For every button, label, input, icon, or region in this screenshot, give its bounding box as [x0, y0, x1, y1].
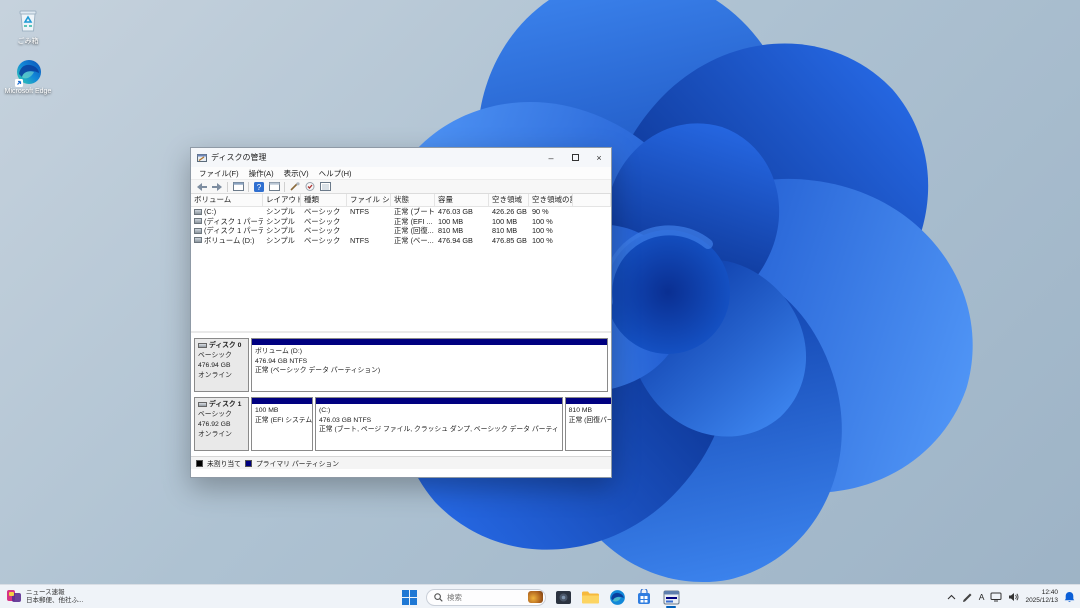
- taskbar-clock[interactable]: 12:40 2025/12/13: [1025, 589, 1058, 605]
- menu-action[interactable]: 操作(A): [244, 168, 279, 179]
- desktop-icon-recycle-bin[interactable]: ごみ箱: [0, 6, 57, 46]
- volume-icon: [194, 218, 202, 224]
- col-type[interactable]: 種類: [301, 194, 347, 206]
- col-layout[interactable]: レイアウト: [263, 194, 301, 206]
- taskbar-app-edge[interactable]: [607, 587, 627, 607]
- tray-chevron-up-icon[interactable]: [947, 594, 956, 600]
- window-title: ディスクの管理: [211, 152, 266, 163]
- menu-view[interactable]: 表示(V): [279, 168, 314, 179]
- taskbar-app-disk-management[interactable]: [661, 587, 681, 607]
- properties-window-icon[interactable]: [268, 181, 280, 193]
- disk-management-window: ディスクの管理 – × ファイル(F) 操作(A) 表示(V) ヘルプ(H): [190, 147, 612, 478]
- menu-help[interactable]: ヘルプ(H): [314, 168, 357, 179]
- tray-pen-icon[interactable]: [962, 592, 973, 603]
- recycle-bin-icon: [14, 6, 42, 34]
- col-capacity[interactable]: 容量: [435, 194, 489, 206]
- table-row[interactable]: (ディスク 1 パーティシ... シンプル ベーシック 正常 (回復... 81…: [191, 226, 611, 236]
- disk-graphical-view: ディスク 0 ベーシック 476.94 GB オンライン ボリューム (D:) …: [191, 333, 611, 477]
- help-icon[interactable]: ?: [253, 181, 265, 193]
- console-window-icon[interactable]: [232, 181, 244, 193]
- volume-icon: [194, 228, 202, 234]
- col-status[interactable]: 状態: [391, 194, 435, 206]
- volume-icon: [194, 209, 202, 215]
- mmc-app-icon: [197, 153, 207, 163]
- legend-label: 未割り当て: [207, 458, 241, 468]
- file-explorer-icon: [581, 590, 599, 605]
- taskbar-app-file-explorer[interactable]: [580, 587, 600, 607]
- maximize-button[interactable]: [563, 148, 587, 167]
- col-free[interactable]: 空き領域: [489, 194, 529, 206]
- primary-partition-swatch: [245, 460, 252, 467]
- close-button[interactable]: ×: [587, 148, 611, 167]
- detail-window-icon[interactable]: [319, 181, 331, 193]
- volume-icon: [194, 237, 202, 243]
- microsoft-store-icon: [636, 589, 652, 605]
- menu-file[interactable]: ファイル(F): [194, 168, 244, 179]
- widgets-button[interactable]: ニュース速報 日本郵便、他社ふ...: [6, 587, 83, 607]
- widget-headline-text: 日本郵便、他社ふ...: [26, 597, 83, 605]
- table-row[interactable]: (ディスク 1 パーティシ... シンプル ベーシック 正常 (EFI ... …: [191, 217, 611, 227]
- disk-management-icon: [663, 590, 680, 605]
- edge-logo-icon: [14, 58, 42, 86]
- widget-headline-title: ニュース速報: [26, 589, 83, 597]
- desktop: ごみ箱 Microsoft Edge: [0, 0, 1080, 608]
- partition-c[interactable]: (C:) 476.03 GB NTFS 正常 (ブート, ページ ファイル, ク…: [315, 397, 563, 451]
- minimize-button[interactable]: –: [539, 148, 563, 167]
- legend-label: プライマリ パーティション: [256, 458, 339, 468]
- desktop-icon-label: ごみ箱: [0, 36, 57, 46]
- notification-bell-icon[interactable]: [1064, 591, 1075, 603]
- partition-d[interactable]: ボリューム (D:) 476.94 GB NTFS 正常 (ベーシック データ …: [251, 338, 608, 392]
- search-highlight-thumbnail[interactable]: [528, 591, 543, 603]
- table-row[interactable]: (C:) シンプル ベーシック NTFS 正常 (ブート... 476.03 G…: [191, 207, 611, 217]
- windows-logo-icon: [402, 590, 417, 605]
- disk-1-row: ディスク 1 ベーシック 476.92 GB オンライン 100 MB 正常 (…: [194, 397, 608, 451]
- edge-icon: [609, 589, 626, 606]
- partition-efi[interactable]: 100 MB 正常 (EFI システム パー...: [251, 397, 313, 451]
- table-header: ボリューム レイアウト 種類 ファイル システム 状態 容量 空き領域 空き領域…: [191, 194, 611, 207]
- ime-indicator[interactable]: A: [979, 592, 985, 602]
- col-filesystem[interactable]: ファイル システム: [347, 194, 391, 206]
- start-button[interactable]: [399, 587, 419, 607]
- tray-date: 2025/12/13: [1025, 597, 1058, 605]
- svg-text:?: ?: [257, 183, 262, 192]
- col-free-pct[interactable]: 空き領域の割...: [529, 194, 573, 206]
- table-row[interactable]: ボリューム (D:) シンプル ベーシック NTFS 正常 (ベー... 476…: [191, 236, 611, 246]
- taskbar-app-store[interactable]: [634, 587, 654, 607]
- tray-time: 12:40: [1025, 589, 1058, 597]
- taskbar: ニュース速報 日本郵便、他社ふ...: [0, 584, 1080, 608]
- disk-icon: [198, 343, 207, 348]
- network-icon[interactable]: [990, 592, 1002, 602]
- disk-1-header[interactable]: ディスク 1 ベーシック 476.92 GB オンライン: [194, 397, 249, 451]
- disk-0-row: ディスク 0 ベーシック 476.94 GB オンライン ボリューム (D:) …: [194, 338, 608, 392]
- volume-list: ボリューム レイアウト 種類 ファイル システム 状態 容量 空き領域 空き領域…: [191, 194, 611, 333]
- toolbar: ?: [191, 180, 611, 194]
- search-icon: [434, 593, 443, 602]
- check-action-icon[interactable]: [304, 181, 316, 193]
- forward-arrow-icon[interactable]: [211, 181, 223, 193]
- disk-icon: [198, 402, 207, 407]
- volume-speaker-icon[interactable]: [1008, 592, 1019, 602]
- photos-app-icon: [555, 589, 572, 606]
- search-input[interactable]: [447, 593, 524, 602]
- desktop-icon-edge[interactable]: Microsoft Edge: [0, 58, 57, 95]
- desktop-icon-label: Microsoft Edge: [0, 88, 57, 95]
- back-arrow-icon[interactable]: [196, 181, 208, 193]
- disk-0-header[interactable]: ディスク 0 ベーシック 476.94 GB オンライン: [194, 338, 249, 392]
- title-bar[interactable]: ディスクの管理 – ×: [191, 148, 611, 167]
- taskbar-search[interactable]: [426, 589, 546, 606]
- menu-bar: ファイル(F) 操作(A) 表示(V) ヘルプ(H): [191, 167, 611, 180]
- col-volume[interactable]: ボリューム: [191, 194, 263, 206]
- widgets-icon: [6, 589, 22, 605]
- taskbar-app-photos[interactable]: [553, 587, 573, 607]
- partition-legend: 未割り当て プライマリ パーティション: [191, 456, 611, 469]
- partition-recovery[interactable]: 810 MB 正常 (回復パーティション): [565, 397, 611, 451]
- unallocated-swatch: [196, 460, 203, 467]
- action-tool-icon[interactable]: [289, 181, 301, 193]
